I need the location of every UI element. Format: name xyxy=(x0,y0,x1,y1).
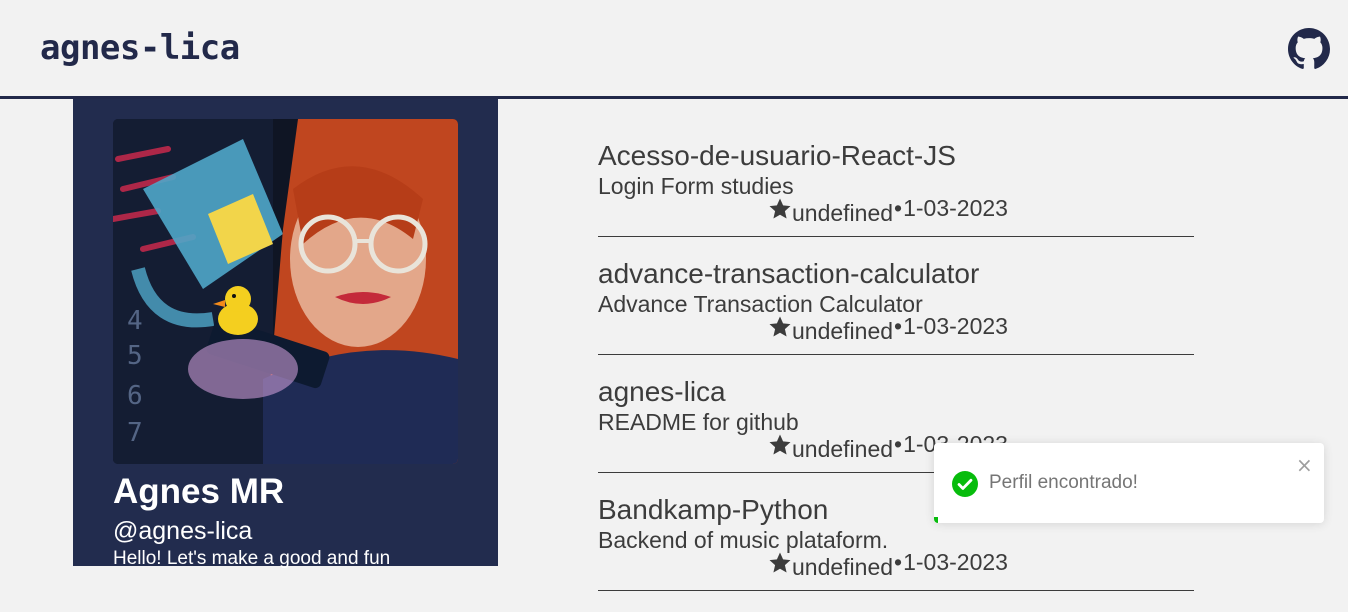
profile-login: @agnes-lica xyxy=(113,517,253,545)
star-icon xyxy=(768,433,792,457)
close-icon[interactable]: × xyxy=(1296,453,1313,477)
repo-stars: undefined xyxy=(792,200,894,226)
star-icon xyxy=(768,197,792,221)
toast-message: Perfil encontrado! xyxy=(989,472,1138,493)
star-icon xyxy=(768,551,792,575)
meta-separator: • xyxy=(894,195,903,221)
repo-name[interactable]: agnes-lica xyxy=(598,376,726,408)
svg-text:6: 6 xyxy=(127,381,143,411)
repo-stars: undefined xyxy=(792,318,894,344)
repo-name[interactable]: advance-transaction-calculator xyxy=(598,258,979,290)
meta-separator: • xyxy=(894,313,903,339)
avatar: 4 5 6 7 xyxy=(113,119,458,464)
meta-separator: • xyxy=(894,549,903,575)
repo-stars: undefined xyxy=(792,554,894,580)
repo-item[interactable]: advance-transaction-calculator Advance T… xyxy=(598,258,1194,355)
repo-name[interactable]: Bandkamp-Python xyxy=(598,494,828,526)
github-icon xyxy=(1288,28,1330,69)
profile-bio: Hello! Let's make a good and fun xyxy=(113,548,391,569)
repo-list: Acesso-de-usuario-React-JS Login Form st… xyxy=(598,140,1194,612)
repo-meta: undefined • 1-03-2023 xyxy=(768,195,1008,227)
repo-date: 1-03-2023 xyxy=(903,549,1008,575)
repo-meta: undefined • 1-03-2023 xyxy=(768,549,1008,581)
profile-name: Agnes MR xyxy=(113,472,285,511)
svg-text:5: 5 xyxy=(127,341,143,371)
svg-text:4: 4 xyxy=(127,306,143,336)
toast-progress-bar xyxy=(934,517,938,523)
star-icon xyxy=(768,315,792,339)
meta-separator: • xyxy=(894,431,903,457)
github-link[interactable] xyxy=(1288,28,1330,70)
repo-date: 1-03-2023 xyxy=(903,195,1008,221)
toast-notification[interactable]: Perfil encontrado! × xyxy=(934,443,1324,523)
profile-photo: 4 5 6 7 xyxy=(113,119,458,464)
check-circle-icon xyxy=(952,471,978,497)
profile-card: 4567 Agnes MR @agnes-lica Hello! Let's m… xyxy=(73,99,498,569)
repo-date: 1-03-2023 xyxy=(903,313,1008,339)
brand-title: agnes-lica xyxy=(40,28,240,68)
repo-item[interactable]: Acesso-de-usuario-React-JS Login Form st… xyxy=(598,140,1194,237)
top-bar: agnes-lica xyxy=(0,0,1348,99)
svg-text:7: 7 xyxy=(127,418,143,448)
repo-description: Login Form studies xyxy=(598,173,794,199)
repo-name[interactable]: Acesso-de-usuario-React-JS xyxy=(598,140,956,172)
repo-meta: undefined • 1-03-2023 xyxy=(768,313,1008,345)
repo-stars: undefined xyxy=(792,436,894,462)
